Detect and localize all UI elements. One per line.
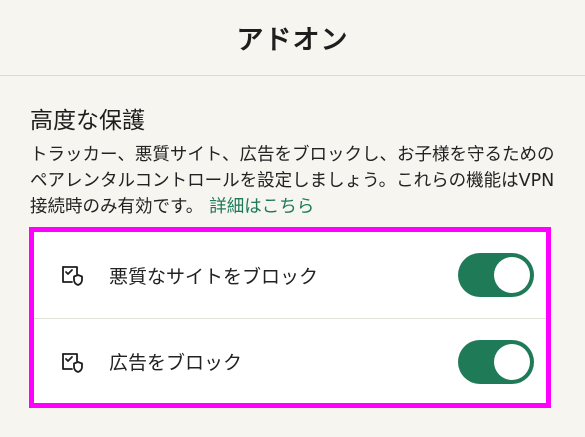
block-malicious-toggle[interactable] bbox=[458, 253, 534, 297]
block-ads-toggle[interactable] bbox=[458, 339, 534, 384]
page-header: アドオン bbox=[0, 0, 585, 76]
section-title: 高度な保護 bbox=[30, 108, 145, 134]
addon-card: 悪質なサイトをブロック 広告をブロック bbox=[29, 227, 551, 408]
setting-label: 広告をブロック bbox=[109, 352, 243, 374]
section-description: トラッカー、悪質サイト、広告をブロックし、お子様を守るためのペアレンタルコントロ… bbox=[30, 142, 570, 220]
toggle-knob bbox=[494, 257, 530, 293]
setting-row-block-ads: 広告をブロック bbox=[34, 319, 546, 404]
toggle-knob bbox=[494, 343, 530, 380]
setting-label: 悪質なサイトをブロック bbox=[109, 265, 319, 288]
setting-row-block-malicious: 悪質なサイトをブロック bbox=[34, 232, 546, 319]
shield-check-icon bbox=[59, 349, 85, 375]
learn-more-link[interactable]: 詳細はこちら bbox=[209, 197, 314, 217]
page-title: アドオン bbox=[236, 25, 349, 56]
shield-check-icon bbox=[59, 262, 85, 288]
